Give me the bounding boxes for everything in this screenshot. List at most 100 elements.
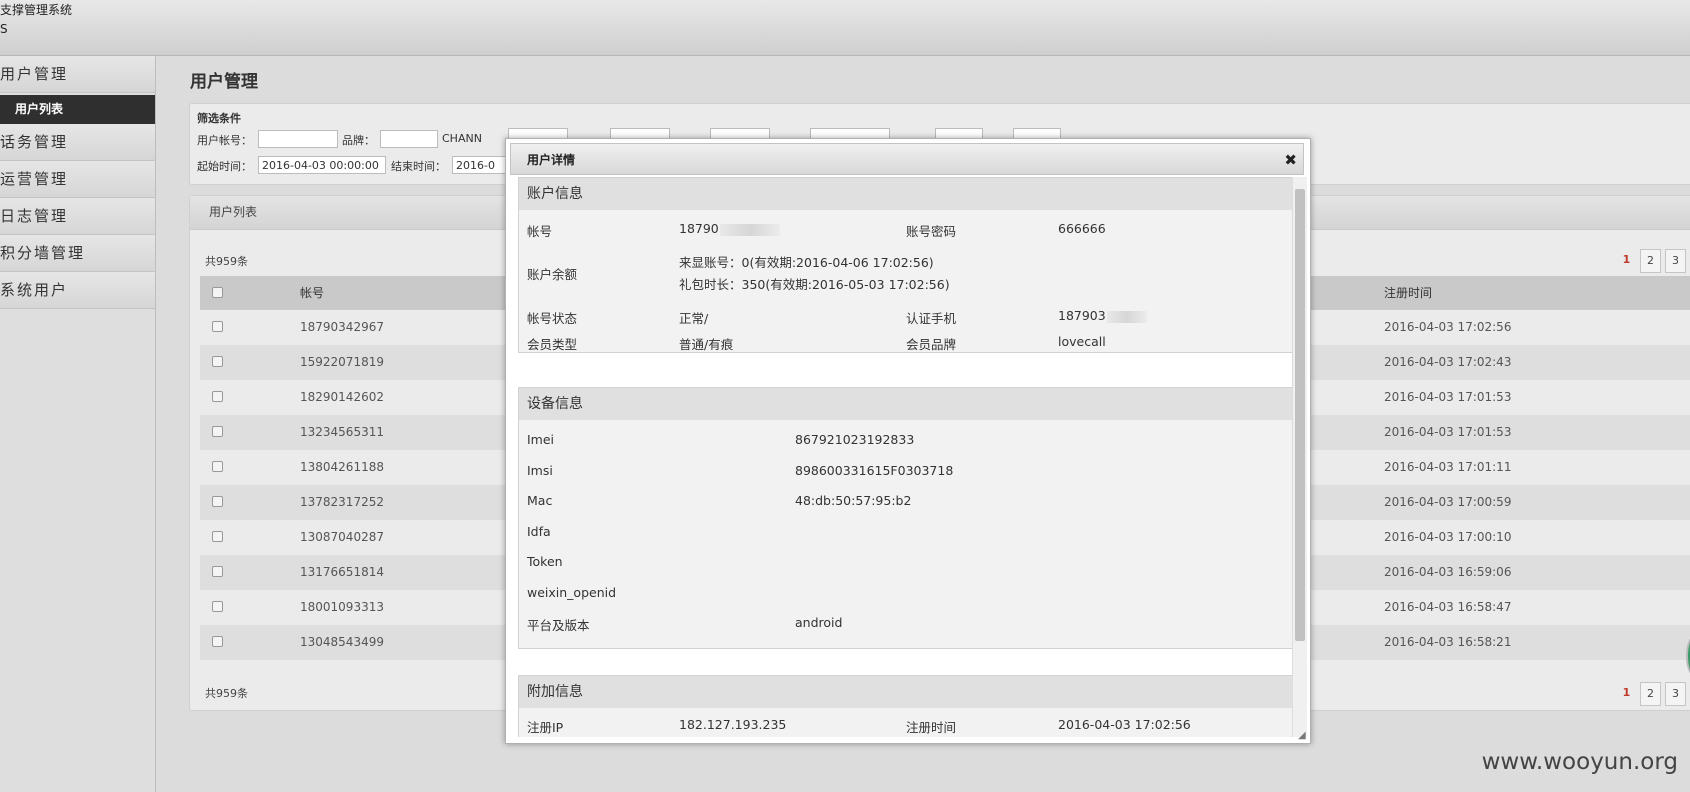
account-info-section: 账户信息 帐号 18790 账号密码 666666 账户余额 来显账号：0(有效… (518, 177, 1294, 353)
member-brand-label: 会员品牌 (906, 337, 957, 352)
page-3-button[interactable]: 3 (1665, 249, 1686, 273)
sidebar-item-user-list[interactable]: 用户列表 (0, 95, 155, 124)
row-reg-time: 2016-04-03 16:59:06 (1384, 565, 1512, 579)
extra-info-section: 附加信息 注册IP 182.127.193.235 注册时间 2016-04-0… (518, 675, 1294, 737)
sidebar-group-call-management[interactable]: 话务管理 (0, 124, 155, 161)
select-all-checkbox[interactable] (212, 287, 223, 298)
extra-info-title: 附加信息 (519, 676, 1293, 708)
member-type-value: 普通/有痕 (679, 337, 734, 352)
brand-label: 品牌： (342, 134, 375, 147)
page-2-button[interactable]: 2 (1640, 682, 1661, 706)
redacted-mark (1106, 310, 1147, 323)
row-checkbox[interactable] (212, 321, 223, 332)
password-value: 666666 (1058, 221, 1106, 236)
row-checkbox[interactable] (212, 426, 223, 437)
user-detail-dialog: 用户详情 ✖ 账户信息 帐号 18790 账号密码 666666 账户余额 来显… (505, 138, 1311, 744)
device-info-section: 设备信息 Imei 867921023192833 Imsi 898600331615… (518, 387, 1294, 649)
row-reg-time: 2016-04-03 17:01:11 (1384, 460, 1512, 474)
row-checkbox[interactable] (212, 531, 223, 542)
row-checkbox[interactable] (212, 601, 223, 612)
row-account: 13048543499 (300, 635, 384, 649)
balance-line-1: 来显账号：0(有效期:2016-04-06 17:02:56) (679, 255, 934, 270)
row-reg-time: 2016-04-03 17:01:53 (1384, 390, 1512, 404)
member-type-label: 会员类型 (527, 337, 578, 352)
row-checkbox[interactable] (212, 636, 223, 647)
balance-line-2: 礼包时长：350(有效期:2016-05-03 17:02:56) (679, 277, 950, 292)
page-2-button[interactable]: 2 (1640, 249, 1661, 273)
total-count-top: 共959条 (205, 255, 248, 268)
start-time-label: 起始时间： (197, 160, 252, 173)
start-time-input[interactable]: 2016-04-03 00:00:00 (258, 156, 386, 174)
device-field-label: Imei (527, 432, 555, 447)
phone-label: 认证手机 (906, 311, 957, 326)
device-info-title: 设备信息 (519, 388, 1293, 420)
end-time-input[interactable]: 2016-0 (452, 156, 512, 174)
device-field-label: Idfa (527, 523, 551, 539)
row-account: 18290142602 (300, 390, 384, 404)
device-field-value: 898600331615F0303718 (795, 462, 954, 478)
close-icon[interactable]: ✖ (1284, 144, 1297, 176)
row-account: 15922071819 (300, 355, 384, 369)
page-title: 用户管理 (190, 72, 258, 92)
device-field-label: Imsi (527, 462, 553, 478)
column-reg-time: 注册时间 (1384, 286, 1433, 300)
channel-label: CHANN (442, 132, 482, 145)
row-checkbox[interactable] (212, 496, 223, 507)
app-title: 支撑管理系统 (0, 3, 73, 17)
row-account: 13176651814 (300, 565, 384, 579)
brand-input[interactable] (380, 130, 438, 148)
resize-grip-icon[interactable]: ◢ (1298, 731, 1308, 741)
dialog-scrollbar[interactable] (1292, 177, 1307, 737)
account-input[interactable] (258, 130, 338, 148)
device-field-label: Token (527, 554, 563, 569)
row-reg-time: 2016-04-03 17:02:43 (1384, 355, 1512, 369)
end-time-label: 结束时间： (391, 160, 446, 173)
page-1-button[interactable]: 1 (1617, 249, 1636, 271)
balance-label: 账户余额 (527, 267, 578, 282)
app-header: 支撑管理系统 S (0, 0, 1690, 56)
row-checkbox[interactable] (212, 391, 223, 402)
column-account: 帐号 (300, 286, 325, 300)
page-3-button[interactable]: 3 (1665, 682, 1686, 706)
filter-title: 筛选条件 (197, 112, 241, 125)
row-account: 13234565311 (300, 425, 384, 439)
row-reg-time: 2016-04-03 17:00:10 (1384, 530, 1512, 544)
scrollbar-thumb[interactable] (1295, 189, 1305, 641)
sidebar-group-user-management[interactable]: 用户管理 (0, 56, 155, 93)
row-reg-time: 2016-04-03 17:02:56 (1384, 320, 1512, 334)
sidebar-group-points-wall[interactable]: 积分墙管理 (0, 235, 155, 272)
watermark: www.wooyun.org (1481, 749, 1678, 775)
status-label: 帐号状态 (527, 311, 578, 326)
reg-ip-label: 注册IP (527, 720, 564, 735)
redacted-mark (719, 223, 780, 236)
device-field-value: 867921023192833 (795, 432, 915, 447)
reg-time-value: 2016-04-03 17:02:56 (1058, 717, 1191, 732)
phone-value: 187903 (1058, 308, 1147, 323)
account-info-title: 账户信息 (519, 178, 1293, 210)
device-field-label: Mac (527, 493, 553, 508)
row-reg-time: 2016-04-03 16:58:21 (1384, 635, 1512, 649)
row-checkbox[interactable] (212, 461, 223, 472)
row-reg-time: 2016-04-03 16:58:47 (1384, 600, 1512, 614)
dialog-title: 用户详情 (527, 153, 576, 167)
pagination-bottom: 1 2 3 4 (1617, 682, 1690, 706)
row-account: 13804261188 (300, 460, 384, 474)
password-label: 账号密码 (906, 224, 957, 239)
row-account: 18001093313 (300, 600, 384, 614)
sidebar: 用户管理 用户列表 话务管理 运营管理 日志管理 积分墙管理 系统用户 (0, 56, 156, 792)
reg-time-label: 注册时间 (906, 720, 957, 735)
app-subtitle: S (0, 22, 8, 36)
dialog-titlebar[interactable]: 用户详情 ✖ (510, 143, 1304, 175)
device-field-label: 平台及版本 (527, 618, 590, 633)
sidebar-group-system-users[interactable]: 系统用户 (0, 272, 155, 309)
sidebar-group-logs[interactable]: 日志管理 (0, 198, 155, 235)
pagination-top: 1 2 3 4 (1617, 249, 1690, 273)
row-checkbox[interactable] (212, 566, 223, 577)
total-count-bottom: 共959条 (205, 687, 248, 700)
account-label: 用户帐号： (197, 134, 252, 147)
member-brand-value: lovecall (1058, 334, 1106, 349)
row-checkbox[interactable] (212, 356, 223, 367)
sidebar-group-operations[interactable]: 运营管理 (0, 161, 155, 198)
page-1-button[interactable]: 1 (1617, 682, 1636, 704)
row-account: 18790342967 (300, 320, 384, 334)
